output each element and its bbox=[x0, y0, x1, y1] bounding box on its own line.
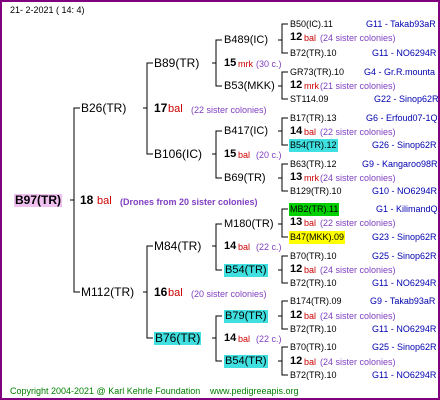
gen4-node-unit: mrk bbox=[304, 173, 319, 183]
gen2-node-label: M84(TR) bbox=[154, 239, 202, 253]
pedigree-frame: 21- 2-2021 ( 14: 4) B97(TR) 18 bal (Dron… bbox=[0, 0, 440, 400]
footer-url[interactable]: www.pedigreeapis.org bbox=[210, 385, 299, 398]
gen4-node-origin: G4 - Gr.R.mounta bbox=[364, 67, 436, 77]
gen4-node-label: B72(TR).10 bbox=[290, 324, 337, 334]
root-node-unit: bal bbox=[97, 195, 112, 207]
gen4-node-label: B70(TR).10 bbox=[290, 251, 337, 261]
gen4-node-origin: G23 - Sinop62R bbox=[372, 232, 437, 242]
gen4-node-note: (24 sister colonies) bbox=[320, 33, 396, 43]
gen4-node-label: B50(IC).11 bbox=[290, 19, 333, 29]
gen4-node-origin: G1 - KilimandQ bbox=[376, 204, 438, 214]
gen4-node-label: B70(TR).10 bbox=[290, 342, 337, 352]
gen4-node-num: 12 bbox=[290, 263, 303, 275]
gen2-node-num: 16 bbox=[154, 285, 168, 299]
gen3-node-num: 15 bbox=[224, 148, 237, 160]
gen4-node-origin: G10 - NO6294R bbox=[372, 186, 438, 196]
gen3-node-unit: bal bbox=[238, 334, 251, 344]
gen3-node-note: (20 c.) bbox=[256, 150, 282, 160]
gen2-node-unit: bal bbox=[168, 103, 183, 115]
gen4-node-label: GR73(TR).10 bbox=[290, 67, 345, 77]
gen3-node-note: (22 c.) bbox=[256, 242, 282, 252]
gen4-node-unit: bal bbox=[304, 357, 317, 367]
gen2-node-note: (20 sister colonies) bbox=[191, 289, 267, 299]
gen3-node-label: B69(TR) bbox=[224, 172, 266, 184]
gen4-node-unit: bal bbox=[304, 265, 317, 275]
gen4-node-note: (21 sister colonies) bbox=[320, 81, 396, 91]
gen4-node-origin: G22 - Sinop62R bbox=[374, 94, 439, 104]
gen4-node-origin: G9 - Takab93aR bbox=[370, 296, 436, 306]
gen4-node-label: B54(TR).12 bbox=[289, 139, 338, 152]
gen4-node-unit: bal bbox=[304, 33, 317, 43]
gen2-node-note: (22 sister colonies) bbox=[191, 105, 267, 115]
gen4-node-label: B63(TR).12 bbox=[290, 159, 337, 169]
gen1-node-label: B26(TR) bbox=[81, 101, 127, 115]
gen4-node-label: B47(MKK).09 bbox=[289, 231, 346, 244]
gen4-node-origin: G25 - Sinop62R bbox=[372, 251, 437, 261]
root-node-label: B97(TR) bbox=[14, 193, 63, 207]
gen4-node-num: 14 bbox=[290, 125, 303, 137]
gen4-node-num: 12 bbox=[290, 309, 303, 321]
gen4-node-label: B129(TR).10 bbox=[290, 186, 342, 196]
gen4-node-label: B72(TR).10 bbox=[290, 278, 337, 288]
gen4-node-origin: G11 - NO6294R bbox=[372, 278, 437, 288]
gen2-node-label: B76(TR) bbox=[154, 331, 202, 345]
gen4-node-num: 13 bbox=[290, 171, 303, 183]
gen4-node-label: ST114.09 bbox=[290, 94, 329, 104]
footer-copyright: Copyright 2004-2021 @ Karl Kehrle Founda… bbox=[10, 386, 201, 396]
root-node-num: 18 bbox=[80, 193, 94, 207]
gen4-node-note: (24 sister colonies) bbox=[320, 311, 396, 321]
gen4-node-note: (24 sister colonies) bbox=[320, 357, 396, 367]
gen3-node-note: (30 c.) bbox=[256, 59, 282, 69]
gen4-node-origin: G11 - NO6294R bbox=[372, 324, 437, 334]
gen4-node-label: B72(TR).10 bbox=[290, 370, 337, 380]
gen2-node-label: B106(IC) bbox=[154, 147, 203, 161]
gen4-node-unit: bal bbox=[304, 311, 317, 321]
gen4-node-origin: G6 - Erfoud07-1Q bbox=[366, 113, 438, 123]
gen3-node-label: B54(TR) bbox=[224, 264, 268, 277]
gen3-node-label: B54(TR) bbox=[224, 355, 268, 368]
root-node-note: (Drones from 20 sister colonies) bbox=[120, 197, 258, 207]
gen4-node-note: (22 sister colonies) bbox=[320, 127, 396, 137]
gen4-node-unit: mrk bbox=[304, 81, 319, 91]
gen4-node-origin: G9 - Kangaroo98R bbox=[362, 159, 438, 169]
gen3-node-label: M180(TR) bbox=[224, 218, 274, 230]
gen4-node-note: (24 sister colonies) bbox=[320, 265, 396, 275]
gen3-node-num: 15 bbox=[224, 57, 237, 69]
gen4-node-origin: G25 - Sinop62R bbox=[372, 342, 437, 352]
gen4-node-label: MB2(TR).11 bbox=[289, 203, 340, 216]
gen4-node-origin: G11 - Takab93aR bbox=[366, 19, 436, 29]
gen3-node-note: (22 c.) bbox=[256, 334, 282, 344]
header-date: 21- 2-2021 ( 14: 4) bbox=[10, 5, 85, 15]
gen4-node-label: B174(TR).09 bbox=[290, 296, 342, 306]
gen4-node-label: B17(TR).13 bbox=[290, 113, 337, 123]
gen2-node-num: 17 bbox=[154, 101, 168, 115]
gen4-node-num: 13 bbox=[290, 216, 303, 228]
gen2-node-label: B89(TR) bbox=[154, 56, 200, 70]
gen4-node-note: (24 sister colonies) bbox=[320, 173, 396, 183]
gen3-node-unit: mrk bbox=[238, 59, 253, 69]
gen3-node-num: 14 bbox=[224, 240, 237, 252]
gen3-node-unit: bal bbox=[238, 150, 251, 160]
gen3-node-label: B79(TR) bbox=[224, 310, 268, 323]
gen4-node-label: B72(TR).10 bbox=[290, 48, 337, 58]
gen4-node-origin: G11 - NO6294R bbox=[372, 48, 437, 58]
gen4-node-origin: G11 - NO6294R bbox=[372, 370, 437, 380]
gen3-node-unit: bal bbox=[238, 242, 251, 252]
gen2-node-unit: bal bbox=[168, 287, 183, 299]
gen4-node-num: 12 bbox=[290, 31, 303, 43]
gen4-node-unit: bal bbox=[304, 218, 317, 228]
gen3-node-label: B489(IC) bbox=[224, 34, 269, 46]
gen3-node-label: B417(IC) bbox=[224, 125, 269, 137]
gen1-node-label: M112(TR) bbox=[81, 285, 135, 299]
gen4-node-origin: G26 - Sinop62R bbox=[372, 140, 437, 150]
gen3-node-label: B53(MKK) bbox=[224, 80, 275, 92]
gen4-node-note: (22 sister colonies) bbox=[320, 218, 396, 228]
gen4-node-num: 12 bbox=[290, 79, 303, 91]
gen4-node-num: 12 bbox=[290, 355, 303, 367]
gen4-node-unit: bal bbox=[304, 127, 317, 137]
gen3-node-num: 14 bbox=[224, 332, 237, 344]
